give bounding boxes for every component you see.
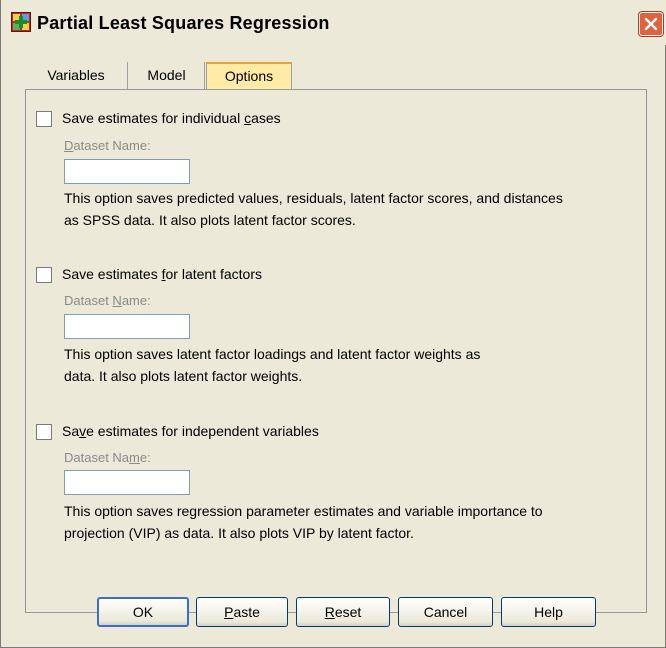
options-panel: Save estimates for individual cases Data…	[25, 89, 647, 613]
tab-variables[interactable]: Variables	[25, 62, 128, 89]
option-3-description: This option saves regression parameter e…	[64, 503, 543, 541]
dataset-name-label-3: Dataset Name:	[64, 450, 151, 465]
save-independent-variables-label: Save estimates for independent variables	[62, 423, 319, 439]
reset-button[interactable]: Reset	[296, 597, 390, 627]
spss-app-icon	[11, 12, 31, 32]
dataset-name-input-3[interactable]	[64, 470, 190, 495]
window-title: Partial Least Squares Regression	[37, 13, 330, 33]
close-button[interactable]	[639, 12, 663, 36]
help-button[interactable]: Help	[501, 597, 596, 627]
dataset-name-label-1: Dataset Name:	[64, 138, 151, 153]
tab-options[interactable]: Options	[206, 62, 292, 90]
save-latent-factors-checkbox[interactable]	[36, 267, 52, 283]
paste-button[interactable]: Paste	[196, 597, 288, 627]
title-bar[interactable]: Partial Least Squares Regression	[1, 0, 666, 45]
dataset-name-label-2: Dataset Name:	[64, 293, 151, 308]
tab-model[interactable]: Model	[129, 62, 205, 89]
dataset-name-input-1[interactable]	[64, 159, 190, 184]
pls-dialog: Partial Least Squares Regression Variabl…	[0, 0, 666, 648]
ok-button[interactable]: OK	[97, 597, 189, 627]
save-latent-factors-label: Save estimates for latent factors	[62, 266, 262, 282]
save-independent-variables-checkbox[interactable]	[36, 424, 52, 440]
save-individual-cases-label: Save estimates for individual cases	[62, 110, 281, 126]
cancel-button[interactable]: Cancel	[398, 597, 493, 627]
close-icon	[644, 17, 658, 31]
save-individual-cases-checkbox[interactable]	[36, 111, 52, 127]
option-1-description: This option saves predicted values, resi…	[64, 190, 563, 228]
option-2-description: This option saves latent factor loadings…	[64, 346, 481, 384]
dataset-name-input-2[interactable]	[64, 314, 190, 339]
